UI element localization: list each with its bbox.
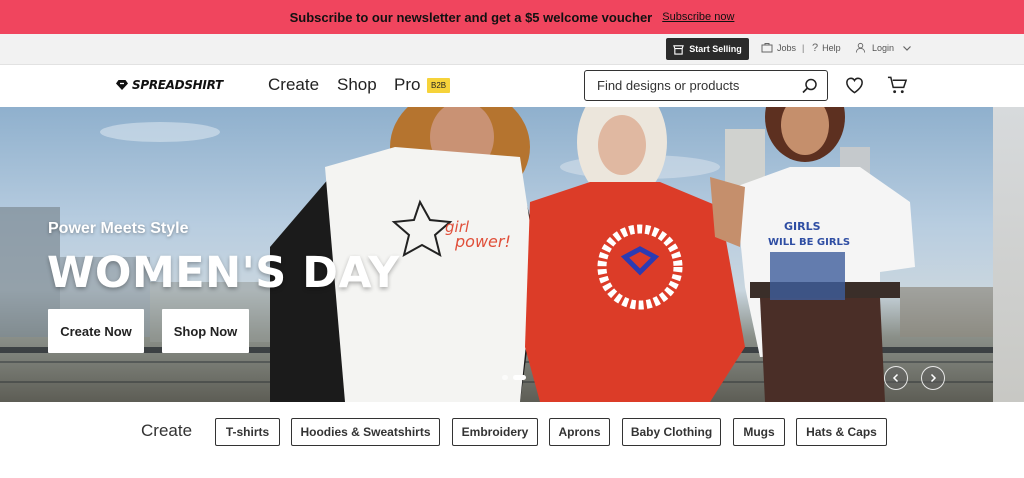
search-input[interactable] <box>597 78 797 93</box>
next-slide-peek <box>993 107 1024 402</box>
svg-text:WILL BE GIRLS: WILL BE GIRLS <box>768 237 850 248</box>
hero-title: WOMEN'S DAY <box>47 248 400 298</box>
nav-shop[interactable]: Shop <box>337 75 377 95</box>
promo-banner: Subscribe to our newsletter and get a $5… <box>0 0 1024 34</box>
search-box <box>584 70 828 101</box>
main-header: SPREADSHIRT Create Shop Pro B2B <box>0 65 1024 107</box>
category-hats-caps[interactable]: Hats & Caps <box>796 418 887 446</box>
help-link[interactable]: ? Help <box>812 42 841 54</box>
nav-create[interactable]: Create <box>268 75 319 95</box>
category-tshirts[interactable]: T-shirts <box>215 418 280 446</box>
category-hoodies[interactable]: Hoodies & Sweatshirts <box>291 418 440 446</box>
svg-text:power!: power! <box>454 232 511 251</box>
store-icon <box>673 44 685 55</box>
promo-text: Subscribe to our newsletter and get a $5… <box>289 9 653 25</box>
logo-text: SPREADSHIRT <box>132 78 223 92</box>
spreadshirt-logo[interactable]: SPREADSHIRT <box>115 78 223 92</box>
help-label: Help <box>822 43 841 53</box>
category-mugs[interactable]: Mugs <box>733 418 785 446</box>
hero-subtitle: Power Meets Style <box>48 220 189 237</box>
create-now-button[interactable]: Create Now <box>48 309 144 353</box>
logo-mark-icon <box>116 80 128 90</box>
utility-bar: Start Selling Jobs | ? Help Login <box>0 34 1024 65</box>
hero-banner[interactable]: girl power! GIRLS WILL BE GIRLS Power Me… <box>0 107 993 402</box>
jobs-label: Jobs <box>777 42 797 53</box>
subscribe-link[interactable]: Subscribe now <box>662 11 734 23</box>
nav-pro[interactable]: Pro <box>394 75 420 95</box>
heart-icon[interactable] <box>844 75 865 95</box>
divider: | <box>802 42 805 53</box>
jobs-link[interactable]: Jobs | <box>761 42 804 53</box>
category-heading: Create <box>141 421 193 440</box>
login-label: Login <box>872 42 895 53</box>
search-icon[interactable] <box>801 77 819 95</box>
b2b-badge: B2B <box>427 78 451 93</box>
svg-text:GIRLS: GIRLS <box>784 220 821 233</box>
next-slide-button[interactable] <box>921 366 945 390</box>
chevron-left-icon <box>892 373 899 383</box>
chevron-right-icon <box>930 373 937 383</box>
start-selling-button[interactable]: Start Selling <box>666 38 749 60</box>
start-selling-label: Start Selling <box>689 44 742 54</box>
prev-slide-button[interactable] <box>884 366 908 390</box>
slide-dot-1[interactable] <box>502 375 508 380</box>
slide-dot-2-active[interactable] <box>513 375 526 380</box>
question-icon: ? <box>812 42 819 54</box>
category-baby-clothing[interactable]: Baby Clothing <box>622 418 721 446</box>
briefcase-icon <box>761 43 773 53</box>
cart-icon[interactable] <box>887 75 908 95</box>
category-embroidery[interactable]: Embroidery <box>452 418 538 446</box>
category-aprons[interactable]: Aprons <box>549 418 610 446</box>
chevron-down-icon <box>903 45 911 51</box>
login-menu[interactable]: Login <box>855 42 912 53</box>
shop-now-button[interactable]: Shop Now <box>162 309 249 353</box>
user-icon <box>855 42 866 53</box>
